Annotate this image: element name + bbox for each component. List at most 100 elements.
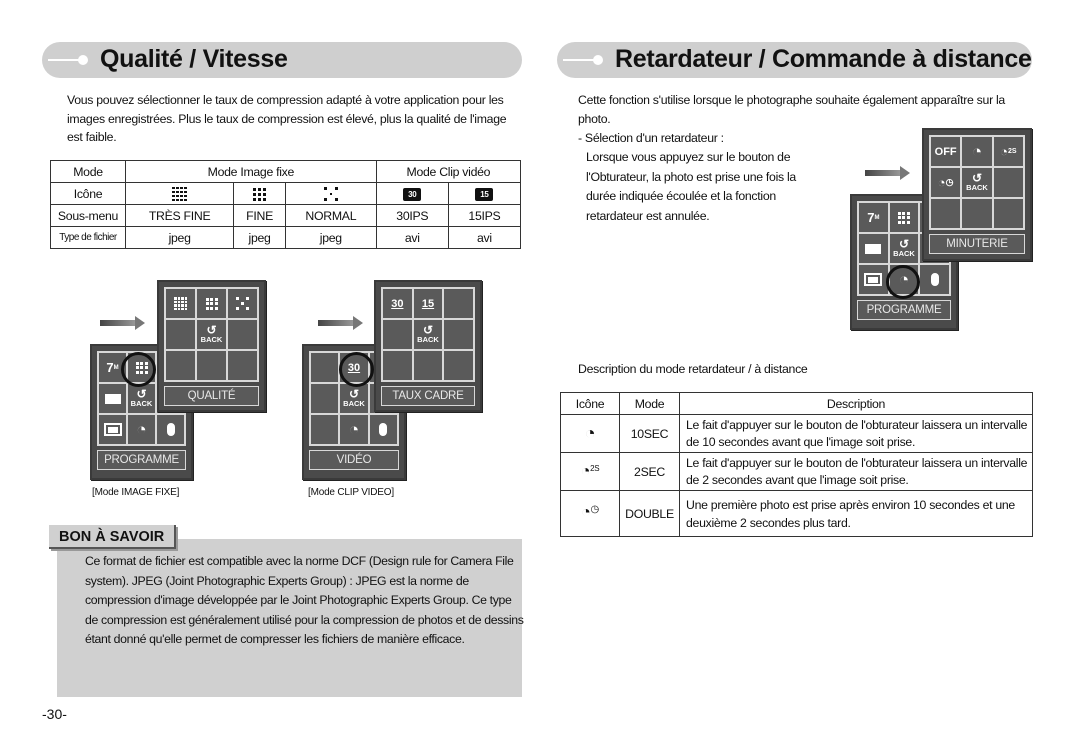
right-intro-text: Cette fonction s'utilise lorsque le phot… <box>578 93 1005 126</box>
15fps-icon: 15 <box>412 288 444 319</box>
quality-label: QUALITÉ <box>164 386 259 406</box>
menu-cell <box>196 350 227 381</box>
left-intro-text: Vous pouvez sélectionner le taux de comp… <box>67 93 507 144</box>
microphone-icon <box>156 414 185 445</box>
menu-cell <box>992 167 1024 198</box>
timer-2sec-icon: ◔2S <box>992 136 1024 167</box>
description-header: Description <box>679 392 1033 415</box>
table-row: ◔◷ DOUBLE Une première photo est prise a… <box>560 490 1033 537</box>
timer-double-icon: ◔◷ <box>930 167 962 198</box>
back-icon: ↺ BACK <box>412 319 444 350</box>
timer-icon: ◔ <box>127 414 156 445</box>
left-title-bar: Qualité / Vitesse <box>42 42 522 78</box>
timer-table-caption: Description du mode retardateur / à dist… <box>578 362 808 376</box>
selection-circle <box>886 265 920 299</box>
normal-quality-icon <box>227 288 258 319</box>
title-decoration-line <box>48 59 80 61</box>
table-row: ◔ 10SEC Le fait d'appuyer sur le bouton … <box>560 414 1033 453</box>
programme-label: PROGRAMME <box>857 300 951 320</box>
microphone-icon <box>368 414 398 445</box>
video-label: VIDÉO <box>309 450 399 470</box>
description-cell: Une première photo est prise après envir… <box>679 490 1033 537</box>
title-decoration-line <box>563 59 595 61</box>
selection-circle <box>339 352 374 387</box>
arrow-icon <box>100 316 145 330</box>
timer-table: Icône Mode Description ◔ 10SEC Le fait d… <box>560 392 1033 537</box>
menu-cell <box>310 383 340 414</box>
tip-heading: BON À SAVOIR <box>49 525 177 549</box>
mode-cell: 10SEC <box>619 414 680 453</box>
frame-icon <box>98 414 127 445</box>
white-rect-icon <box>98 383 127 414</box>
description-cell: Le fait d'appuyer sur le bouton de l'obt… <box>679 452 1033 491</box>
timer-label: MINUTERIE <box>929 234 1025 254</box>
filetype-cell: avi <box>375 226 449 249</box>
timer-double-icon: ◔◷ <box>560 490 620 537</box>
icon-row-label: Icône <box>50 182 126 205</box>
menu-cell <box>227 319 258 350</box>
mode-header: Mode <box>619 392 680 415</box>
filetype-cell: avi <box>447 226 522 249</box>
quality-table: Mode Mode Image fixe Mode Clip vidéo Icô… <box>50 160 522 249</box>
submenu-row-label: Sous-menu <box>50 204 126 227</box>
filetype-cell: jpeg <box>124 226 235 249</box>
menu-cell <box>443 319 474 350</box>
frame-rate-submenu: 30 15 ↺ BACK TAUX CADRE <box>374 280 482 412</box>
still-mode-header: Mode Image fixe <box>125 160 377 183</box>
white-rect-icon <box>858 233 889 264</box>
30fps-icon: 30 <box>382 288 413 319</box>
programme-label: PROGRAMME <box>97 450 186 470</box>
description-cell: Le fait d'appuyer sur le bouton de l'obt… <box>679 414 1033 453</box>
selection-text: Lorsque vous appuyez sur le bouton de l'… <box>586 150 796 223</box>
menu-cell <box>382 350 413 381</box>
page-number: -30- <box>42 706 67 722</box>
back-icon: ↺ BACK <box>961 167 993 198</box>
submenu-cell: NORMAL <box>284 204 377 227</box>
submenu-cell: FINE <box>233 204 286 227</box>
tip-text: Ce format de fichier est compatible avec… <box>85 554 524 646</box>
left-section-title: Qualité / Vitesse <box>100 45 288 73</box>
filetype-cell: jpeg <box>233 226 286 249</box>
microphone-icon <box>919 264 950 295</box>
30fps-icon: 30 <box>375 182 449 205</box>
selection-circle <box>121 352 156 387</box>
timer-icon: ◔ <box>339 414 369 445</box>
still-mode-caption: [Mode IMAGE FIXE] <box>92 487 180 498</box>
size-icon: 7M <box>858 202 889 233</box>
menu-cell <box>165 350 196 381</box>
mode-header: Mode <box>50 160 126 183</box>
submenu-cell: TRÈS FINE <box>124 204 235 227</box>
filetype-row-label: Type de fichier <box>50 226 126 249</box>
menu-cell <box>412 350 444 381</box>
selection-heading: - Sélection d'un retardateur : <box>578 131 724 145</box>
title-decoration-dot <box>593 55 603 65</box>
filetype-cell: jpeg <box>284 226 377 249</box>
quality-icon <box>888 202 920 233</box>
back-icon: ↺ BACK <box>127 383 156 414</box>
15fps-icon: 15 <box>447 182 522 205</box>
menu-cell <box>930 198 962 229</box>
very-fine-quality-icon <box>124 182 235 205</box>
fine-quality-icon <box>196 288 227 319</box>
arrow-icon <box>318 316 363 330</box>
back-icon: ↺ BACK <box>196 319 227 350</box>
back-icon: ↺ BACK <box>339 383 369 414</box>
title-decoration-dot <box>78 55 88 65</box>
timer-submenu: OFF ◔ ◔ 2S ◔ ◷ ↺ BACK MINUTERIE <box>922 128 1032 261</box>
right-title-bar: Retardateur / Commande à distance <box>557 42 1032 78</box>
right-section-title: Retardateur / Commande à distance <box>615 45 1032 73</box>
quality-submenu: ↺ BACK QUALITÉ <box>157 280 266 412</box>
menu-cell <box>227 350 258 381</box>
menu-cell <box>310 414 340 445</box>
menu-cell <box>961 198 993 229</box>
menu-cell <box>382 319 413 350</box>
menu-cell <box>310 352 340 383</box>
fine-quality-icon <box>233 182 286 205</box>
menu-cell <box>165 319 196 350</box>
submenu-cell: 15IPS <box>447 204 522 227</box>
timer-off-icon: OFF <box>930 136 962 167</box>
frame-icon <box>858 264 889 295</box>
very-fine-quality-icon <box>165 288 196 319</box>
timer-10sec-icon: ◔ <box>560 414 620 453</box>
menu-cell <box>992 198 1024 229</box>
